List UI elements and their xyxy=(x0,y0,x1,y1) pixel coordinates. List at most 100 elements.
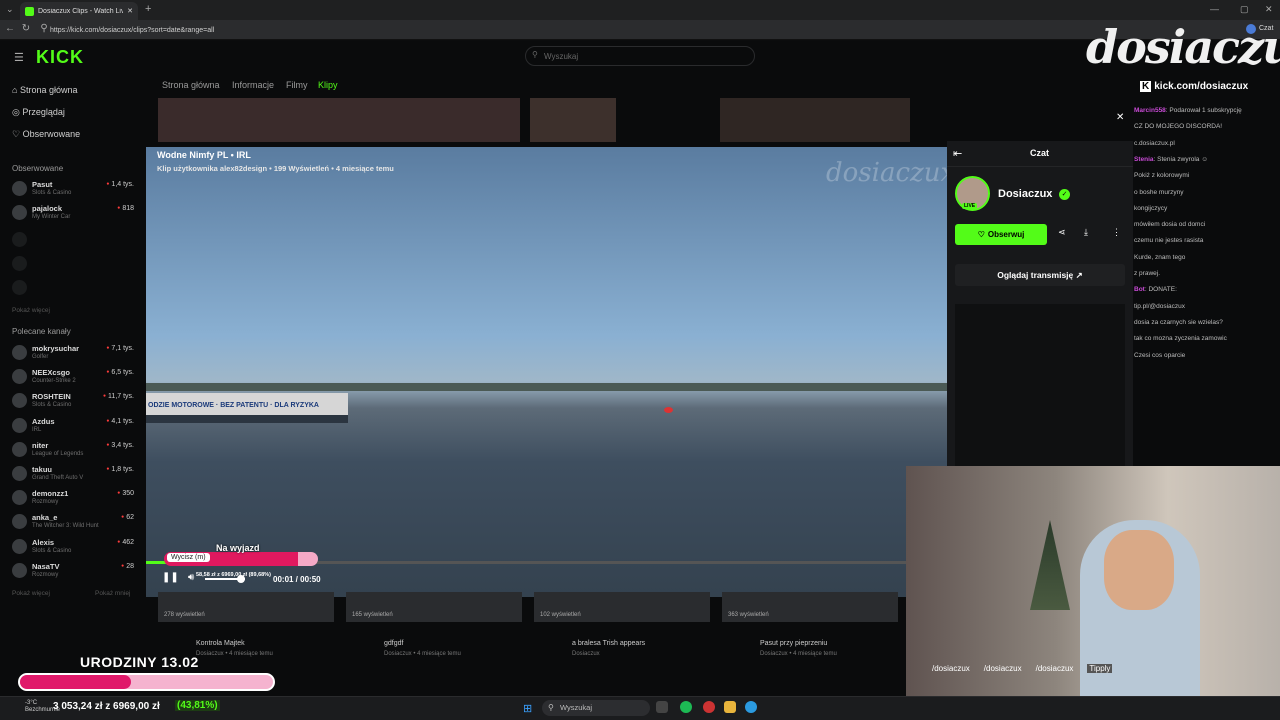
watch-stream-button[interactable]: Oglądaj transmisję ↗ xyxy=(955,264,1125,286)
chat-text: mówiłem dosia od domci xyxy=(1134,221,1206,229)
collapse-chat-icon[interactable]: ⇤ xyxy=(953,147,962,160)
close-tab-icon[interactable]: ✕ xyxy=(127,7,133,15)
chat-text: dosia za czarnych sie wzielas? xyxy=(1134,318,1223,326)
spotify-icon[interactable] xyxy=(680,701,692,713)
pause-button[interactable]: ❚❚ xyxy=(162,572,179,583)
chat-message: Stenia: Stenia zwyrola ☺ xyxy=(1134,155,1208,163)
show-more-link[interactable]: Pokaż więcej xyxy=(12,590,50,597)
video-player[interactable] xyxy=(146,147,947,597)
buoy xyxy=(664,407,673,413)
close-icon[interactable]: ✕ xyxy=(1116,112,1124,123)
chat-text: o boshe murzyny xyxy=(1134,188,1184,196)
clip-card-meta: Dosiaczux xyxy=(572,651,600,657)
chat-message: c.dosiaczux.pl xyxy=(1134,140,1175,147)
edge-icon[interactable] xyxy=(745,701,757,713)
follow-button[interactable]: ♡ Obserwuj xyxy=(955,224,1047,245)
clip-card[interactable]: 278 wyświetleń xyxy=(158,592,334,622)
clip-card[interactable]: 363 wyświetleń xyxy=(722,592,898,622)
brand-logo: dosiaczux xyxy=(1086,20,1280,74)
download-icon[interactable]: ⤓ xyxy=(1084,227,1088,238)
offline-channel[interactable] xyxy=(12,276,134,300)
clip-card-meta: Dosiaczux • 4 miesiące temu xyxy=(384,651,461,657)
streamer-name[interactable]: Dosiaczux xyxy=(998,188,1052,200)
channel-category: Counter-Strike 2 xyxy=(32,378,76,385)
viewer-count: 350 xyxy=(117,490,134,497)
offline-channel[interactable] xyxy=(12,252,134,276)
channel-name: takuu xyxy=(32,465,53,474)
avatar xyxy=(12,538,27,554)
file-explorer-icon[interactable] xyxy=(724,701,736,713)
nav-following[interactable]: ♡ Obserwowane xyxy=(12,129,80,140)
clip-views: 102 wyświetleń xyxy=(540,612,581,618)
viewer-count: 7,1 tys. xyxy=(106,345,134,352)
site-info-icon[interactable]: ⚲ xyxy=(38,23,50,35)
recommended-channel[interactable]: AlexisSlots & Casino 462 xyxy=(12,535,134,559)
chat-message: o boshe murzyny xyxy=(1134,189,1184,196)
followed-channel[interactable]: PasutSlots & Casino1,4 tys. xyxy=(12,177,134,201)
clip-card[interactable]: 102 wyświetleń xyxy=(534,592,710,622)
kick-logo[interactable]: KICK xyxy=(36,47,84,68)
clip-card-title[interactable]: gdfgdf xyxy=(384,640,403,647)
windows-start-icon[interactable]: ⊞ xyxy=(523,702,532,715)
volume-knob[interactable] xyxy=(237,575,245,583)
viewer-count: 1,8 tys. xyxy=(106,466,134,473)
volume-icon[interactable]: 🔊︎ xyxy=(188,572,194,583)
clip-thumbnail[interactable] xyxy=(530,98,616,142)
clip-thumbnails-row[interactable] xyxy=(158,98,520,142)
close-window-icon[interactable]: ✕ xyxy=(1265,4,1273,15)
clip-subtitle: Klip użytkownika alex82design • 199 Wyśw… xyxy=(157,164,394,173)
recommended-channel[interactable]: anka_eThe Witcher 3: Wild Hunt 62 xyxy=(12,510,134,534)
clip-card[interactable]: 165 wyświetleń xyxy=(346,592,522,622)
recording-app-icon[interactable] xyxy=(703,701,715,713)
clip-thumbnail[interactable] xyxy=(720,98,910,142)
menu-icon[interactable]: ☰ xyxy=(14,51,24,64)
browser-tabbar xyxy=(0,0,1280,20)
nav-browse[interactable]: ◎ Przeglądaj xyxy=(12,107,65,118)
recommended-channel[interactable]: niterLeague of Legends 3,4 tys. xyxy=(12,438,134,462)
tab-clips[interactable]: Klipy xyxy=(318,80,338,90)
share-icon[interactable]: ⋖ xyxy=(1058,227,1066,238)
clip-views: 278 wyświetleń xyxy=(164,612,205,618)
taskbar-search[interactable]: Wyszukaj xyxy=(542,700,650,716)
recommended-channel[interactable]: takuuGrand Theft Auto V 1,8 tys. xyxy=(12,462,134,486)
viewer-count: 462 xyxy=(117,539,134,546)
reload-icon[interactable]: ↻ xyxy=(20,23,32,35)
mute-tooltip: Wycisz (m) xyxy=(167,553,210,562)
shoreline xyxy=(146,383,947,391)
recommended-channel[interactable]: NEEXcsgoCounter-Strike 2 6,5 tys. xyxy=(12,365,134,389)
followed-header: Obserwowane xyxy=(12,164,64,173)
show-less-link[interactable]: Pokaż mniej xyxy=(95,590,130,597)
tab-videos[interactable]: Filmy xyxy=(286,80,308,90)
avatar xyxy=(12,181,27,196)
clip-card-title[interactable]: Pasut przy pieprzeniu xyxy=(760,640,827,647)
followed-channel[interactable]: pajalockMy Winter Car818 xyxy=(12,201,134,225)
more-icon[interactable]: ⋮ xyxy=(1112,227,1121,238)
task-view-icon[interactable] xyxy=(656,701,668,713)
tab-home[interactable]: Strona główna xyxy=(162,80,220,90)
chat-message: tak co mozna zyczenia zamowic xyxy=(1134,335,1227,342)
offline-channel[interactable] xyxy=(12,228,134,252)
new-tab-icon[interactable]: + xyxy=(145,3,151,15)
nav-home[interactable]: ⌂ Strona główna xyxy=(12,85,77,95)
recommended-channel[interactable]: ROSHTEINSlots & Casino 11,7 tys. xyxy=(12,389,134,413)
back-icon[interactable]: ← xyxy=(4,23,16,35)
recommended-channel[interactable]: demonzz1Rozmowy 350 xyxy=(12,486,134,510)
clip-card-title[interactable]: a bralesa Trish appears xyxy=(572,640,645,647)
show-more-link[interactable]: Pokaż więcej xyxy=(12,307,50,314)
chat-text: CZ DO MOJEGO DISCORDA! xyxy=(1134,123,1223,131)
recommended-channel[interactable]: NasaTVRozmowy 28 xyxy=(12,559,134,583)
tab-list-icon[interactable]: ⌄ xyxy=(6,4,14,15)
minimize-icon[interactable]: — xyxy=(1210,4,1219,14)
clip-card-meta: Dosiaczux • 4 miesiące temu xyxy=(760,651,837,657)
maximize-icon[interactable]: ▢ xyxy=(1240,4,1249,15)
tab-info[interactable]: Informacje xyxy=(232,80,274,90)
chat-message: czemu nie jestes rasista xyxy=(1134,237,1203,244)
recommended-channel[interactable]: mokrysucharGolfer 7,1 tys. xyxy=(12,341,134,365)
url-field[interactable]: https://kick.com/dosiaczux/clips?sort=da… xyxy=(50,24,810,37)
recommended-channel[interactable]: AzdusIRL 4,1 tys. xyxy=(12,414,134,438)
search-input[interactable]: Wyszukaj xyxy=(525,46,755,66)
pier: ODZIE MOTOROWE · BEZ PATENTU · DLA RYZYK… xyxy=(146,393,348,423)
clip-card-title[interactable]: Kontrola Majtek xyxy=(196,640,245,647)
browser-tab[interactable]: Dosiaczux Clips - Watch Live ✕ xyxy=(20,2,138,20)
avatar xyxy=(12,466,27,481)
